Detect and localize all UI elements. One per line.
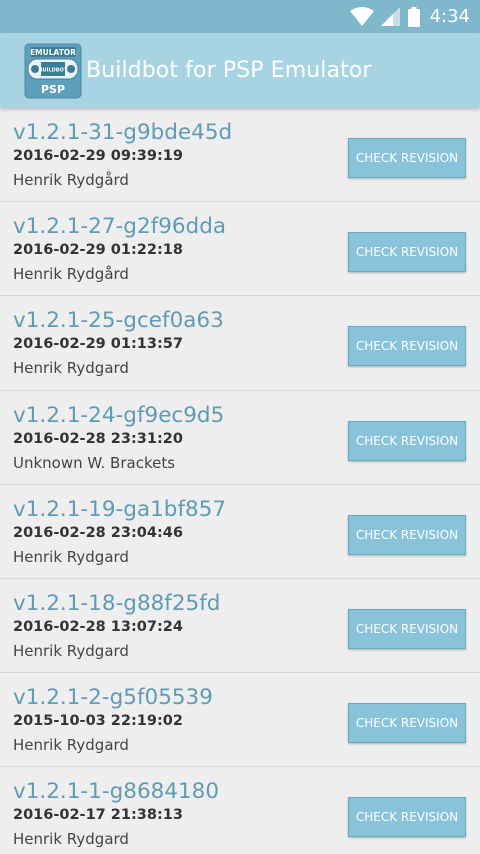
build-date: 2016-02-17 21:38:13 bbox=[13, 807, 183, 824]
build-author: Henrik Rydgård bbox=[13, 265, 129, 284]
check-revision-button[interactable]: CHECK REVISION bbox=[348, 797, 466, 838]
logo-top-text: EMULATOR bbox=[30, 48, 76, 57]
revision-label: v1.2.1-27-g2f96dda bbox=[13, 214, 227, 240]
app-title: Buildbot for PSP Emulator bbox=[86, 58, 372, 83]
check-revision-button[interactable]: CHECK REVISION bbox=[348, 138, 466, 178]
build-date: 2016-02-29 01:13:57 bbox=[13, 336, 183, 353]
build-author: Henrik Rydgard bbox=[13, 359, 129, 378]
check-revision-button[interactable]: CHECK REVISION bbox=[348, 420, 466, 461]
check-revision-button[interactable]: CHECK REVISION bbox=[348, 703, 466, 744]
build-author: Henrik Rydgård bbox=[13, 171, 129, 189]
build-date: 2016-02-28 23:04:46 bbox=[13, 524, 183, 541]
revision-label: v1.2.1-2-g5f05539 bbox=[13, 685, 213, 711]
build-date: 2016-02-29 09:39:19 bbox=[13, 148, 183, 164]
build-row: v1.2.1-1-g8684180 2016-02-17 21:38:13 He… bbox=[0, 767, 480, 854]
build-author: Henrik Rydgard bbox=[13, 641, 129, 660]
build-list[interactable]: v1.2.1-31-g9bde45d 2016-02-29 09:39:19 H… bbox=[0, 108, 480, 854]
check-revision-button[interactable]: CHECK REVISION bbox=[348, 514, 466, 555]
build-row: v1.2.1-27-g2f96dda 2016-02-29 01:22:18 H… bbox=[0, 202, 480, 297]
build-author: Henrik Rydgard bbox=[13, 736, 129, 755]
check-revision-button[interactable]: CHECK REVISION bbox=[348, 326, 466, 367]
check-revision-button[interactable]: CHECK REVISION bbox=[348, 232, 466, 273]
status-bar: 4:34 bbox=[0, 0, 480, 33]
build-date: 2016-02-29 01:22:18 bbox=[13, 242, 183, 259]
wifi-icon bbox=[349, 6, 374, 27]
build-row: v1.2.1-25-gcef0a63 2016-02-29 01:13:57 H… bbox=[0, 296, 480, 391]
build-row: v1.2.1-2-g5f05539 2015-10-03 22:19:02 He… bbox=[0, 673, 480, 768]
build-date: 2016-02-28 23:31:20 bbox=[13, 430, 183, 447]
build-author: Henrik Rydgard bbox=[13, 547, 129, 566]
app-bar: EMULATOR BUILDBOT PSP Buildbot for PSP E… bbox=[0, 33, 480, 108]
build-author: Unknown W. Brackets bbox=[13, 453, 176, 472]
status-time: 4:34 bbox=[429, 6, 470, 27]
logo-middle-text: BUILDBOT bbox=[39, 67, 68, 73]
revision-label: v1.2.1-1-g8684180 bbox=[13, 779, 220, 805]
check-revision-button[interactable]: CHECK REVISION bbox=[348, 608, 466, 649]
build-row: v1.2.1-18-g88f25fd 2016-02-28 13:07:24 H… bbox=[0, 579, 480, 674]
psp-emulator-logo-icon: EMULATOR BUILDBOT PSP bbox=[24, 43, 82, 98]
build-date: 2016-02-28 13:07:24 bbox=[13, 618, 183, 635]
battery-icon bbox=[407, 6, 420, 27]
logo-bottom-text: PSP bbox=[41, 83, 65, 96]
build-date: 2015-10-03 22:19:02 bbox=[13, 713, 183, 730]
revision-label: v1.2.1-19-ga1bf857 bbox=[13, 496, 227, 522]
revision-label: v1.2.1-25-gcef0a63 bbox=[13, 308, 224, 334]
build-row: v1.2.1-24-gf9ec9d5 2016-02-28 23:31:20 U… bbox=[0, 391, 480, 485]
build-author: Henrik Rydgard bbox=[13, 830, 129, 849]
signal-icon bbox=[380, 6, 401, 27]
build-row: v1.2.1-19-ga1bf857 2016-02-28 23:04:46 H… bbox=[0, 485, 480, 579]
build-row: v1.2.1-31-g9bde45d 2016-02-29 09:39:19 H… bbox=[0, 108, 480, 203]
revision-label: v1.2.1-24-gf9ec9d5 bbox=[13, 402, 225, 428]
revision-label: v1.2.1-18-g88f25fd bbox=[13, 590, 221, 616]
revision-label: v1.2.1-31-g9bde45d bbox=[13, 120, 233, 145]
